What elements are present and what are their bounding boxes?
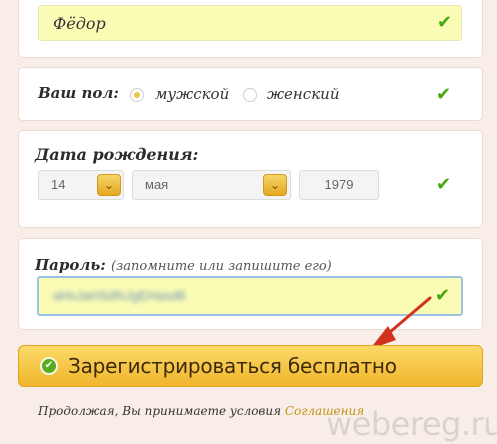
name-check-icon: ✔ <box>437 12 453 33</box>
gender-card: Ваш пол: мужской женский ✔ <box>18 67 483 121</box>
password-input[interactable]: aHsJaHSdfsJgEHasd8 ✔ <box>37 276 463 316</box>
month-select[interactable]: мая ⌄ <box>132 170 291 200</box>
name-value: Фёдор <box>53 14 106 33</box>
watermark: webereg.ru <box>326 405 497 443</box>
day-value: 14 <box>51 177 66 192</box>
name-card: Фёдор ✔ <box>18 0 483 58</box>
day-dropdown-icon[interactable]: ⌄ <box>97 174 121 196</box>
terms-prefix: Продолжая, Вы принимаете условия <box>38 404 285 418</box>
register-button-label: Зарегистрироваться бесплатно <box>68 354 397 378</box>
birthdate-check-icon: ✔ <box>436 174 452 195</box>
gender-check-icon: ✔ <box>436 84 452 105</box>
password-check-icon: ✔ <box>435 285 451 306</box>
register-button-check-icon: ✔ <box>40 357 58 375</box>
gender-male-label[interactable]: мужской <box>155 85 229 103</box>
gender-label: Ваш пол: <box>38 84 119 102</box>
password-label: Пароль: (запомните или запишите его) <box>35 256 332 274</box>
gender-female-label[interactable]: женский <box>267 85 340 103</box>
day-select[interactable]: 14 ⌄ <box>38 170 124 200</box>
month-value: мая <box>145 177 169 192</box>
gender-female-radio[interactable] <box>243 88 257 102</box>
birthdate-card: Дата рождения: 14 ⌄ мая ⌄ 1979 ✔ <box>18 130 483 228</box>
birthdate-label: Дата рождения: <box>35 145 199 164</box>
terms-text: Продолжая, Вы принимаете условия Соглаше… <box>38 404 364 418</box>
month-dropdown-icon[interactable]: ⌄ <box>263 174 287 196</box>
register-button[interactable]: ✔ Зарегистрироваться бесплатно <box>18 345 483 387</box>
year-field[interactable]: 1979 <box>299 170 379 200</box>
name-input[interactable]: Фёдор ✔ <box>38 5 462 41</box>
password-hint: (запомните или запишите его) <box>111 259 332 274</box>
password-value: aHsJaHSdfsJgEHasd8 <box>53 288 186 303</box>
password-card: Пароль: (запомните или запишите его) aHs… <box>18 238 483 330</box>
year-value: 1979 <box>324 177 354 192</box>
password-label-text: Пароль: <box>35 256 106 274</box>
gender-male-radio[interactable] <box>130 88 144 102</box>
